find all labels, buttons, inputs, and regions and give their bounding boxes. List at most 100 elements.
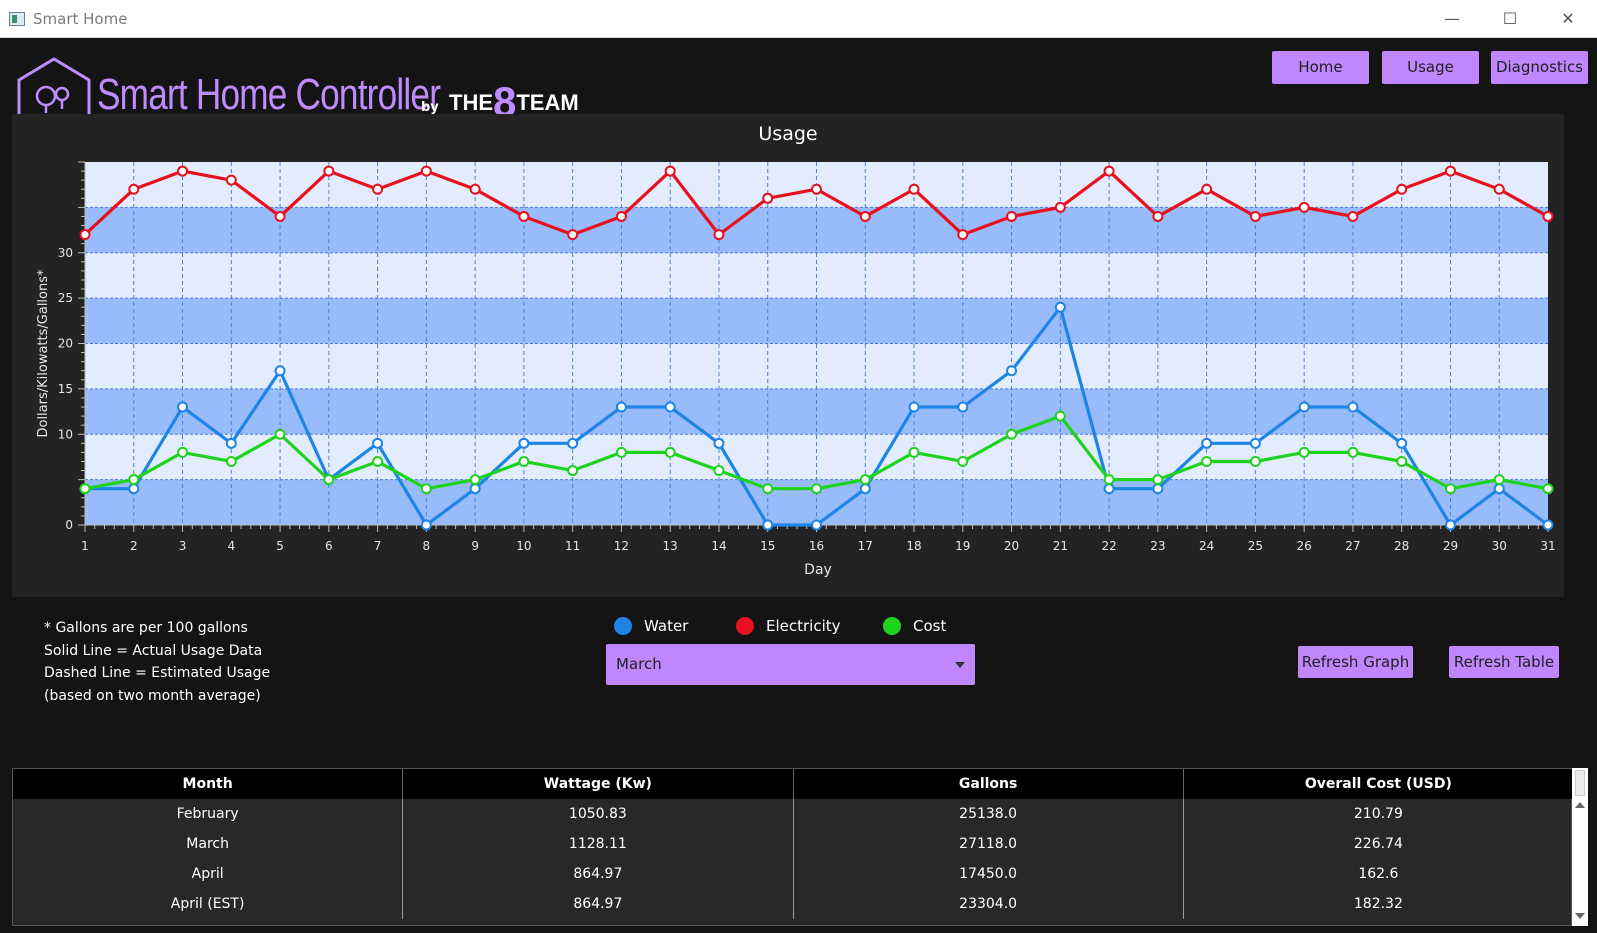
data-point-water [1152, 483, 1164, 495]
refresh-graph-button[interactable]: Refresh Graph [1298, 646, 1413, 678]
brand-title: Smart Home Controller [97, 70, 441, 119]
usage-button[interactable]: Usage [1382, 51, 1479, 84]
x-tick-label: 2 [130, 539, 138, 553]
x-tick-label: 24 [1199, 539, 1214, 553]
data-point-cost [1152, 474, 1164, 486]
scroll-up-icon[interactable] [1575, 802, 1585, 808]
maximize-icon[interactable]: ☐ [1488, 6, 1532, 32]
data-point-cost [859, 474, 871, 486]
x-tick-label: 6 [325, 539, 333, 553]
data-point-electricity [323, 165, 335, 177]
y-tick-label: 15 [58, 382, 73, 396]
scrollbar-thumb[interactable] [1575, 770, 1585, 796]
x-tick-label: 30 [1492, 539, 1507, 553]
data-point-cost [615, 446, 627, 458]
y-tick-label: 30 [58, 246, 73, 260]
data-point-electricity [79, 229, 91, 241]
cell-gallons: 23304.0 [794, 889, 1184, 919]
column-header-gallons[interactable]: Gallons [794, 769, 1184, 799]
usage-line-chart: 1 2 3 4 5 6 7 8 9 10 11 12 13 14 15 16 17 18 19 20 21 22 23 24 2… [36, 123, 1556, 578]
column-header-month[interactable]: Month [13, 769, 404, 799]
legend-water: Water [614, 615, 688, 637]
data-point-electricity [372, 183, 384, 195]
data-point-water [1054, 301, 1066, 313]
table-scrollbar[interactable] [1572, 768, 1588, 926]
cell-wattage: 1050.83 [403, 799, 794, 829]
data-point-cost [664, 446, 676, 458]
data-point-electricity [518, 210, 530, 222]
x-tick-label: 28 [1394, 539, 1409, 553]
column-header-wattage[interactable]: Wattage (Kw) [403, 769, 794, 799]
legend-electricity: Electricity [736, 615, 841, 637]
x-tick-label: 15 [760, 539, 775, 553]
table-row[interactable]: April 864.97 17450.0 162.6 [13, 859, 1573, 889]
note-line: * Gallons are per 100 gallons [44, 620, 248, 636]
x-tick-label: 27 [1345, 539, 1360, 553]
data-point-cost [1347, 446, 1359, 458]
close-icon[interactable]: ✕ [1546, 6, 1590, 32]
x-tick-label: 14 [711, 539, 726, 553]
x-tick-label: 16 [809, 539, 824, 553]
data-point-electricity [1054, 201, 1066, 213]
x-tick-label: 20 [1004, 539, 1019, 553]
x-tick-label: 7 [374, 539, 382, 553]
data-point-cost [1249, 455, 1261, 467]
data-point-cost [420, 483, 432, 495]
data-point-cost [957, 455, 969, 467]
home-button[interactable]: Home [1272, 51, 1369, 84]
data-point-cost [177, 446, 189, 458]
note-line: Dashed Line = Estimated Usage [44, 665, 271, 681]
diagnostics-button[interactable]: Diagnostics [1491, 51, 1588, 84]
table-row[interactable]: February 1050.83 25138.0 210.79 [13, 799, 1573, 829]
table-row[interactable]: March 1128.11 27118.0 226.74 [13, 829, 1573, 859]
x-tick-label: 5 [276, 539, 284, 553]
data-point-water [1249, 437, 1261, 449]
data-point-electricity [1347, 210, 1359, 222]
data-point-cost [567, 465, 579, 477]
chart-title: Usage [758, 123, 817, 145]
cell-gallons: 25138.0 [794, 799, 1184, 829]
scroll-down-icon[interactable] [1575, 913, 1585, 919]
window-title: Smart Home [33, 10, 128, 28]
x-tick-label: 29 [1443, 539, 1458, 553]
data-point-electricity [128, 183, 140, 195]
month-select[interactable]: March [606, 644, 975, 685]
x-tick-label: 19 [955, 539, 970, 553]
refresh-table-button[interactable]: Refresh Table [1449, 646, 1559, 678]
y-tick-label: 25 [58, 291, 73, 305]
team-suffix: TEAM [516, 90, 579, 115]
data-point-water [1006, 365, 1018, 377]
table-row[interactable]: April (EST) 864.97 23304.0 182.32 [13, 889, 1573, 919]
cell-gallons: 17450.0 [794, 859, 1184, 889]
x-tick-label: 22 [1101, 539, 1116, 553]
x-tick-label: 9 [471, 539, 479, 553]
month-select-value: March [616, 655, 662, 673]
x-tick-label: 31 [1540, 539, 1555, 553]
data-point-electricity [1249, 210, 1261, 222]
data-point-water [664, 401, 676, 413]
chart-notes: * Gallons are per 100 gallons Solid Line… [44, 617, 270, 707]
data-point-water [177, 401, 189, 413]
data-point-cost [518, 455, 530, 467]
cell-month: April [13, 859, 404, 889]
data-point-water [1103, 483, 1115, 495]
cell-month: April (EST) [13, 889, 404, 919]
data-point-water [1444, 519, 1456, 531]
y-tick-label: 20 [58, 337, 73, 351]
x-tick-label: 4 [227, 539, 235, 553]
y-axis-label: Dollars/Kilowatts/Gallons* [36, 269, 51, 438]
data-point-water [225, 437, 237, 449]
minimize-icon[interactable]: — [1430, 6, 1474, 32]
column-header-cost[interactable]: Overall Cost (USD) [1184, 769, 1573, 799]
usage-table: Month Wattage (Kw) Gallons Overall Cost … [12, 768, 1573, 926]
data-point-electricity [713, 229, 725, 241]
cell-cost: 182.32 [1353, 896, 1403, 912]
x-axis-label: Day [804, 562, 832, 578]
table-header: Month Wattage (Kw) Gallons Overall Cost … [13, 769, 1573, 799]
data-point-water [1201, 437, 1213, 449]
legend-cost-label: Cost [913, 617, 947, 635]
data-point-water [1493, 483, 1505, 495]
data-point-water [128, 483, 140, 495]
x-tick-label: 13 [663, 539, 678, 553]
data-point-cost [372, 455, 384, 467]
